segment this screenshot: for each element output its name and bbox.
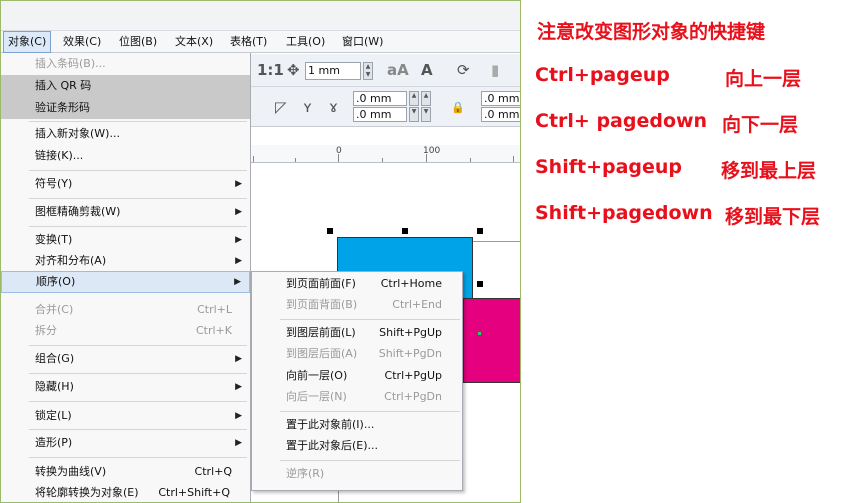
text-size-icon[interactable]: aA xyxy=(387,60,409,80)
coord-x-field[interactable]: .0 mm xyxy=(353,91,407,106)
submenu-in-front-of[interactable]: 置于此对象前(I)... xyxy=(252,414,462,436)
submenu-arrow-icon: ▶ xyxy=(235,235,242,245)
note-row: Ctrl+ pagedown 向下一层 xyxy=(535,110,856,136)
menu-item-combine[interactable]: 合并(C) Ctrl+L xyxy=(1,299,250,321)
menu-item-powerclip[interactable]: 图框精确剪裁(W) ▶ xyxy=(1,201,250,223)
menu-item-group[interactable]: 组合(G) ▶ xyxy=(1,348,250,370)
menu-item-insert-object[interactable]: 插入新对象(W)... xyxy=(1,123,250,145)
submenu-arrow-icon: ▶ xyxy=(234,277,241,287)
shortcut-notes: 注意改变图形对象的快捷键 Ctrl+pageup 向上一层 Ctrl+ page… xyxy=(535,0,856,503)
coord-y-stepper-2[interactable]: ▼ xyxy=(421,107,431,122)
notes-title: 注意改变图形对象的快捷键 xyxy=(537,21,766,43)
menu-bar: 对象(C) 效果(C) 位图(B) 文本(X) 表格(T) 工具(O) 窗口(W… xyxy=(1,31,520,53)
menu-effects[interactable]: 效果(C) xyxy=(59,31,105,53)
menu-table[interactable]: 表格(T) xyxy=(226,31,271,53)
corner-chamfer-icon[interactable]: ɤ xyxy=(329,97,338,117)
ruler-label-0: 0 xyxy=(336,146,342,156)
menu-bitmaps[interactable]: 位图(B) xyxy=(115,31,161,53)
menu-text[interactable]: 文本(X) xyxy=(171,31,217,53)
submenu-forward-one[interactable]: 向前一层(O) Ctrl+PgUp xyxy=(252,365,462,387)
submenu-to-front-of-page[interactable]: 到页面前面(F) Ctrl+Home xyxy=(252,273,462,295)
outline-width-field[interactable]: 1 mm xyxy=(305,62,361,80)
ruler-label-100: 100 xyxy=(423,146,441,156)
property-bar-top: 1:1 ✥ 1 mm ▲ ▼ aA A ⟳ ▮ xyxy=(251,54,520,87)
menu-object[interactable]: 对象(C) xyxy=(3,31,52,53)
submenu-to-back-of-layer[interactable]: 到图层后面(A) Shift+PgDn xyxy=(252,343,462,365)
menu-item-align-distribute[interactable]: 对齐和分布(A) ▶ xyxy=(1,250,250,272)
move-icon[interactable]: ✥ xyxy=(287,60,300,80)
submenu-reverse-order[interactable]: 逆序(R) xyxy=(252,463,462,485)
width-stepper[interactable]: ▲ ▼ xyxy=(363,62,373,80)
coord-y2-field[interactable]: .0 mm xyxy=(481,107,520,122)
corner-round-icon[interactable]: ◸ xyxy=(275,97,287,117)
menu-item-lock[interactable]: 锁定(L) ▶ xyxy=(1,405,250,427)
center-marker xyxy=(477,331,482,336)
menu-window[interactable]: 窗口(W) xyxy=(338,31,387,53)
refresh-icon[interactable]: ⟳ xyxy=(457,60,470,80)
menu-item-verify-barcode[interactable]: 验证条形码 xyxy=(1,97,250,119)
corner-scallop-icon[interactable]: ʏ xyxy=(303,97,312,117)
note-key: Ctrl+pageup xyxy=(535,64,670,86)
menu-item-shaping[interactable]: 造形(P) ▶ xyxy=(1,432,250,454)
menu-item-outline-to-object[interactable]: 将轮廓转换为对象(E) Ctrl+Shift+Q xyxy=(1,482,250,502)
menu-item-order[interactable]: 顺序(O) ▶ xyxy=(1,271,250,293)
note-desc: 移到最上层 xyxy=(721,160,817,182)
note-key: Shift+pagedown xyxy=(535,202,713,224)
submenu-arrow-icon: ▶ xyxy=(235,382,242,392)
selection-handle-right[interactable] xyxy=(477,281,483,287)
object-menu-dropdown: 插入条码(B)... 插入 QR 码 验证条形码 插入新对象(W)... 链接(… xyxy=(1,53,251,502)
property-bar-bottom: ◸ ʏ ɤ .0 mm .0 mm ▲ ▼ ▲ ▼ 🔒 .0 mm .0 mm xyxy=(251,87,520,127)
submenu-arrow-icon: ▶ xyxy=(235,411,242,421)
submenu-arrow-icon: ▶ xyxy=(235,354,242,364)
submenu-back-one[interactable]: 向后一层(N) Ctrl+PgDn xyxy=(252,386,462,408)
submenu-arrow-icon: ▶ xyxy=(235,256,242,266)
panel-icon[interactable]: ▮ xyxy=(491,60,499,80)
menu-tools[interactable]: 工具(O) xyxy=(282,31,329,53)
title-strip xyxy=(1,1,520,31)
coord-x-stepper-2[interactable]: ▲ xyxy=(421,91,431,106)
menu-item-hide[interactable]: 隐藏(H) ▶ xyxy=(1,376,250,398)
coord-y-stepper[interactable]: ▼ xyxy=(409,107,419,122)
coord-x2-field[interactable]: .0 mm xyxy=(481,91,520,106)
menu-item-links[interactable]: 链接(K)... xyxy=(1,145,250,167)
app-window: 对象(C) 效果(C) 位图(B) 文本(X) 表格(T) 工具(O) 窗口(W… xyxy=(0,0,521,503)
coord-x-stepper[interactable]: ▲ xyxy=(409,91,419,106)
menu-item-insert-barcode[interactable]: 插入条码(B)... xyxy=(1,53,250,75)
magenta-rectangle[interactable] xyxy=(463,298,520,383)
note-desc: 移到最下层 xyxy=(725,206,821,228)
selection-handle-top-right[interactable] xyxy=(477,228,483,234)
note-key: Ctrl+ pagedown xyxy=(535,110,708,132)
note-key: Shift+pageup xyxy=(535,156,683,178)
note-row: Ctrl+pageup 向上一层 xyxy=(535,64,856,90)
submenu-to-back-of-page[interactable]: 到页面背面(B) Ctrl+End xyxy=(252,294,462,316)
menu-item-convert-to-curves[interactable]: 转换为曲线(V) Ctrl+Q xyxy=(1,461,250,483)
selection-handle-top-left[interactable] xyxy=(327,228,333,234)
note-row: Shift+pagedown 移到最下层 xyxy=(535,202,856,228)
scale-ratio-icon[interactable]: 1:1 xyxy=(257,60,284,80)
selection-handle-top[interactable] xyxy=(402,228,408,234)
submenu-arrow-icon: ▶ xyxy=(235,207,242,217)
submenu-behind[interactable]: 置于此对象后(E)... xyxy=(252,435,462,457)
horizontal-ruler: 0 100 xyxy=(251,145,520,163)
menu-item-insert-qr[interactable]: 插入 QR 码 xyxy=(1,75,250,97)
coord-y-field[interactable]: .0 mm xyxy=(353,107,407,122)
order-submenu: 到页面前面(F) Ctrl+Home 到页面背面(B) Ctrl+End 到图层前面… xyxy=(251,271,463,491)
submenu-arrow-icon: ▶ xyxy=(235,438,242,448)
menu-item-symbol[interactable]: 符号(Y) ▶ xyxy=(1,173,250,195)
submenu-to-front-of-layer[interactable]: 到图层前面(L) Shift+PgUp xyxy=(252,322,462,344)
note-desc: 向下一层 xyxy=(722,114,799,136)
lock-icon[interactable]: 🔒 xyxy=(451,98,465,118)
menu-item-break-apart[interactable]: 拆分 Ctrl+K xyxy=(1,320,250,342)
menu-item-transform[interactable]: 变换(T) ▶ xyxy=(1,229,250,251)
text-frame-icon[interactable]: A xyxy=(421,60,433,80)
note-desc: 向上一层 xyxy=(725,68,802,90)
submenu-arrow-icon: ▶ xyxy=(235,179,242,189)
note-row: Shift+pageup 移到最上层 xyxy=(535,156,856,182)
